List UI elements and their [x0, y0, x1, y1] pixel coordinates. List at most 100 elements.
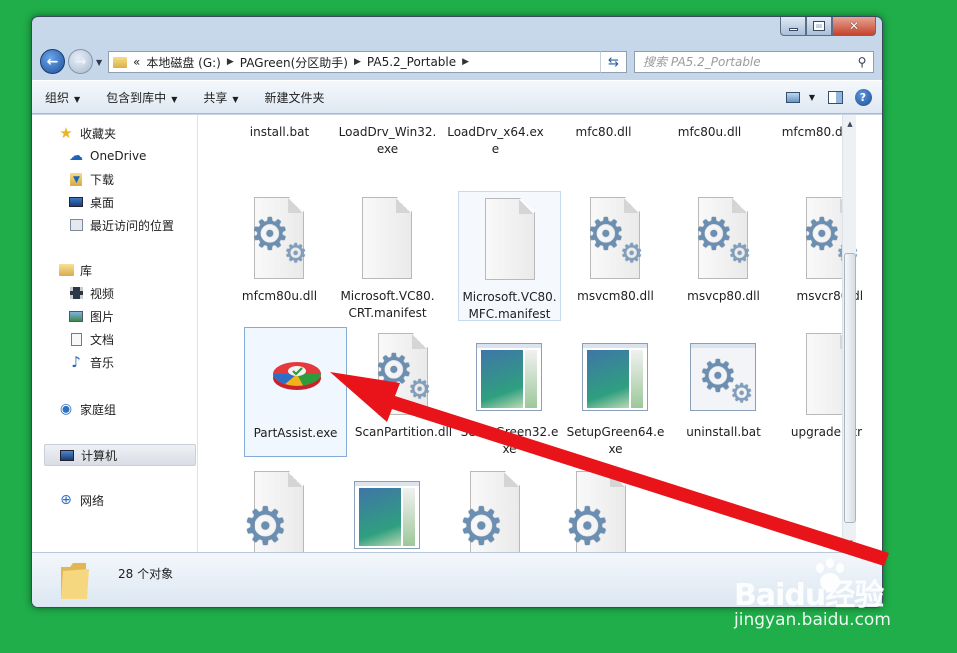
- file-item-partassist[interactable]: PartAssist.exe: [244, 327, 347, 457]
- file-item[interactable]: ⚙ ⚙ uninstall.bat: [672, 327, 775, 457]
- sidebar-item-libraries[interactable]: 库: [58, 260, 92, 280]
- chevron-down-icon: ▼: [171, 94, 178, 104]
- file-item[interactable]: SetupGreen64.e xe: [564, 327, 667, 457]
- dll-gear-icon: ⚙⚙: [370, 333, 436, 417]
- scroll-thumb[interactable]: [844, 253, 856, 523]
- file-item[interactable]: ⚙ ⚙ ScanPartition.dll: [352, 327, 455, 457]
- sidebar-label: 下载: [90, 172, 115, 187]
- back-button[interactable]: ←: [40, 49, 65, 74]
- scroll-down-icon[interactable]: ▼: [843, 536, 857, 550]
- forward-arrow-icon: →: [74, 53, 87, 70]
- manifest-file-icon: [354, 197, 420, 281]
- change-view-button[interactable]: [782, 87, 804, 107]
- baidu-watermark: Baidu经验 jingyan.baidu.com: [728, 558, 918, 640]
- file-name: Microsoft.VC80. MFC.manifest: [462, 290, 557, 321]
- file-name: SetupGreen64.e xe: [566, 425, 665, 456]
- file-name: mfc80u.dll: [677, 125, 742, 139]
- application-icon: [354, 471, 420, 552]
- organize-button[interactable]: 组织 ▼: [45, 89, 80, 106]
- sidebar-label: 库: [80, 263, 93, 278]
- close-button[interactable]: ✕: [832, 17, 876, 36]
- breadcrumb-pagreen[interactable]: PAGreen(分区助手): [240, 54, 348, 71]
- sidebar-item-pictures[interactable]: 图片: [68, 306, 114, 326]
- file-name: install.bat: [249, 125, 310, 139]
- sidebar-item-music[interactable]: ♪ 音乐: [68, 352, 114, 372]
- title-bar[interactable]: ✕: [32, 17, 882, 45]
- recent-pages-dropdown[interactable]: ▼: [96, 58, 102, 67]
- chevron-right-icon[interactable]: ▶: [354, 57, 361, 67]
- search-icon[interactable]: ⚲: [851, 55, 873, 69]
- sidebar-item-documents[interactable]: 文档: [68, 329, 114, 349]
- share-button[interactable]: 共享 ▼: [203, 89, 238, 106]
- minimize-button[interactable]: [780, 17, 806, 36]
- vertical-scrollbar[interactable]: ▲ ▼: [842, 115, 856, 552]
- breadcrumb-drive[interactable]: 本地磁盘 (G:): [146, 54, 221, 71]
- sidebar-item-videos[interactable]: 视频: [68, 283, 114, 303]
- close-icon: ✕: [848, 19, 860, 33]
- sidebar-item-onedrive[interactable]: ☁ OneDrive: [68, 146, 146, 166]
- file-item[interactable]: mfc80u.dll: [658, 115, 761, 157]
- file-item[interactable]: ⚙ ⚙ msvcm80.dll: [564, 191, 667, 321]
- sidebar-label: 家庭组: [80, 402, 117, 417]
- address-bar[interactable]: « 本地磁盘 (G:) ▶ PAGreen(分区助手) ▶ PA5.2_Port…: [108, 51, 627, 73]
- file-item[interactable]: mfc80.dll: [552, 115, 655, 157]
- file-item[interactable]: [336, 465, 439, 552]
- chevron-down-icon: ▼: [808, 92, 816, 102]
- chevron-right-icon[interactable]: ▶: [227, 57, 234, 67]
- breadcrumb-pa52[interactable]: PA5.2_Portable: [367, 55, 456, 69]
- sidebar-item-recent[interactable]: 最近访问的位置: [68, 215, 174, 235]
- sidebar-item-network[interactable]: ⊕ 网络: [58, 490, 104, 510]
- file-item[interactable]: Microsoft.VC80. CRT.manifest: [336, 191, 439, 321]
- share-label: 共享: [203, 90, 228, 105]
- sidebar-item-computer[interactable]: 计算机: [44, 444, 196, 466]
- sidebar-item-homegroup[interactable]: ◉ 家庭组: [58, 399, 116, 419]
- sidebar-item-favorites[interactable]: ★ 收藏夹: [58, 123, 116, 143]
- sidebar-label: 文档: [90, 332, 115, 347]
- file-item[interactable]: ⚙ ⚙ msvcp80.dll: [672, 191, 775, 321]
- chevron-right-icon[interactable]: ▶: [462, 57, 469, 67]
- maximize-button[interactable]: [806, 17, 832, 36]
- watermark-logo: Baidu经验: [734, 578, 884, 613]
- dll-gear-icon: ⚙⚙: [690, 197, 756, 281]
- file-name: LoadDrv_x64.ex e: [447, 125, 544, 156]
- file-name: mfc80.dll: [575, 125, 632, 139]
- new-folder-button[interactable]: 新建文件夹: [265, 89, 325, 106]
- library-icon: [58, 263, 74, 277]
- preview-pane-button[interactable]: [824, 87, 846, 107]
- scroll-up-icon[interactable]: ▲: [843, 117, 857, 131]
- minimize-icon: [788, 27, 798, 31]
- file-name: Microsoft.VC80. CRT.manifest: [340, 289, 435, 320]
- file-item[interactable]: ⚙ install.bat: [228, 115, 331, 157]
- search-box[interactable]: ⚲: [634, 51, 874, 73]
- item-count: 28 个对象: [118, 567, 174, 581]
- file-item[interactable]: LoadDrv_x64.ex e: [444, 115, 547, 157]
- picture-icon: [68, 309, 84, 323]
- search-input[interactable]: [635, 55, 851, 69]
- dll-file-icon: [676, 115, 742, 117]
- file-item[interactable]: ⚙: [444, 465, 547, 552]
- forward-button[interactable]: →: [68, 49, 93, 74]
- breadcrumb-overflow[interactable]: «: [133, 55, 140, 69]
- sidebar-label: 计算机: [81, 448, 118, 463]
- help-button[interactable]: ?: [852, 87, 874, 107]
- refresh-button[interactable]: ⇆: [600, 51, 627, 73]
- dll-gear-icon: ⚙⚙: [246, 197, 312, 281]
- file-item[interactable]: ⚙ ⚙ mfcm80u.dll: [228, 191, 331, 321]
- music-icon: ♪: [71, 353, 81, 371]
- file-item[interactable]: ⚙: [550, 465, 653, 552]
- view-options-dropdown[interactable]: ▼: [806, 87, 818, 107]
- folder-icon: [61, 563, 89, 599]
- sidebar-item-desktop[interactable]: 桌面: [68, 192, 114, 212]
- file-item[interactable]: LoadDrv_Win32. exe: [336, 115, 439, 157]
- file-item[interactable]: ⚙: [228, 465, 331, 552]
- sidebar-item-downloads[interactable]: ▼ 下载: [68, 169, 114, 189]
- watermark-url: jingyan.baidu.com: [734, 610, 891, 630]
- file-item[interactable]: Microsoft.VC80. MFC.manifest: [458, 191, 561, 321]
- file-name: LoadDrv_Win32. exe: [338, 125, 437, 156]
- dll-file-icon: [570, 115, 636, 117]
- organize-label: 组织: [45, 90, 70, 105]
- include-in-library-button[interactable]: 包含到库中 ▼: [106, 89, 177, 106]
- file-item[interactable]: SetupGreen32.e xe: [458, 327, 561, 457]
- command-bar: 组织 ▼ 包含到库中 ▼ 共享 ▼ 新建文件夹 ▼ ?: [32, 80, 882, 114]
- file-name: msvcm80.dll: [577, 289, 654, 303]
